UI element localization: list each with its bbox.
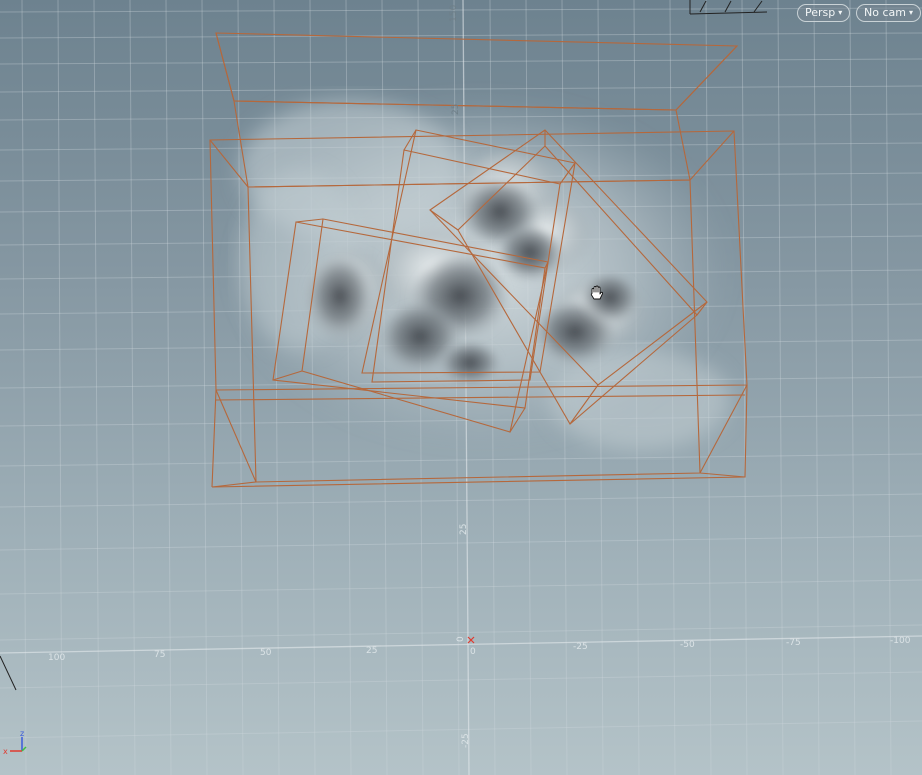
origin-marker: [467, 636, 475, 644]
chevron-down-icon: ▾: [838, 8, 843, 17]
3d-viewport[interactable]: 100 75 50 25 0 -25 -50 -75 -100 25 -25 1…: [0, 0, 922, 775]
camera-menu-label: No cam: [864, 6, 906, 19]
origin-label: 0: [456, 636, 466, 642]
ruler-label-x: -25: [573, 642, 588, 652]
ruler-label-x: 0: [470, 647, 476, 657]
camera-menu-button[interactable]: No cam ▾: [856, 4, 921, 22]
smoke-volume: [230, 95, 730, 450]
ruler-label-z: -25: [461, 733, 471, 748]
ruler-label-far: 150: [449, 5, 459, 22]
view-menu-button[interactable]: Persp ▾: [797, 4, 851, 22]
ruler-label-x: -50: [680, 640, 695, 650]
chevron-down-icon: ▾: [908, 8, 913, 17]
ruler-label-x: 75: [154, 650, 165, 660]
background-object-edge: [689, 0, 768, 15]
axis-gizmo: z x: [3, 729, 27, 756]
hand-grab-icon: [590, 285, 604, 300]
ruler-label-x: 25: [366, 646, 377, 656]
ruler-label-far: 25: [451, 104, 461, 115]
scene-view[interactable]: 100 75 50 25 0 -25 -50 -75 -100 25 -25 1…: [0, 0, 922, 775]
ruler-label-x: 100: [48, 653, 65, 663]
ruler-label-x: -75: [786, 638, 801, 648]
ruler-label-z: 25: [459, 524, 469, 535]
x-axis-label: x: [3, 747, 8, 756]
z-axis-label: z: [20, 729, 24, 738]
view-menu-label: Persp: [805, 6, 836, 19]
ruler-label-x: 50: [260, 648, 272, 658]
ruler-label-x: -100: [890, 636, 911, 646]
edge-line: [0, 655, 17, 691]
